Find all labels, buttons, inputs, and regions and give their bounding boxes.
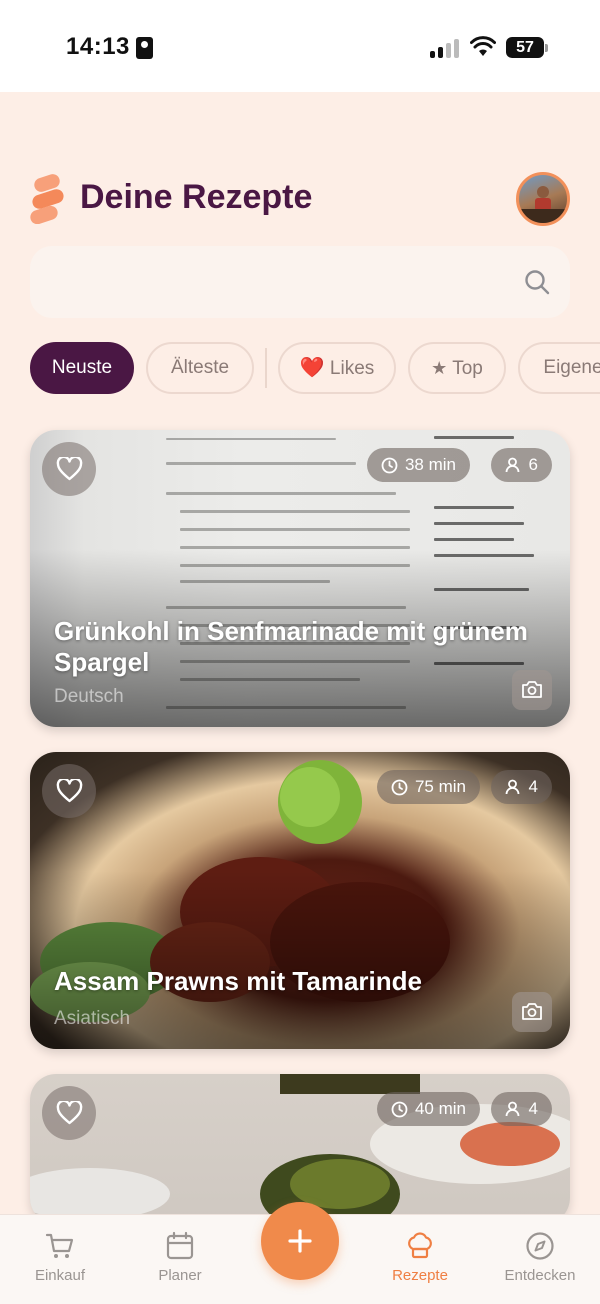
heart-outline-icon: [56, 457, 83, 481]
nav-label: Planer: [158, 1267, 202, 1284]
filter-chip-label: Neuste: [51, 357, 113, 378]
nav-item-einkauf[interactable]: Einkauf: [10, 1231, 110, 1284]
nav-label: Rezepte: [392, 1267, 448, 1284]
filter-chip-neuste[interactable]: Neuste: [30, 342, 134, 394]
nav-label: Einkauf: [34, 1267, 86, 1284]
search-input[interactable]: [30, 246, 570, 318]
time-value: 75 min: [414, 777, 466, 796]
time-value: 38 min: [404, 455, 456, 474]
servings-value: 6: [528, 455, 538, 474]
person-icon: [505, 1101, 519, 1117]
camera-button[interactable]: [512, 992, 552, 1032]
clock-icon: [391, 1101, 408, 1118]
avatar[interactable]: [516, 172, 570, 226]
recipe-title: Assam Prawns mit Tamarinde: [54, 966, 422, 996]
filter-divider: [265, 348, 267, 388]
person-icon: [505, 779, 519, 795]
camera-icon: [522, 1003, 542, 1020]
time-badge: 40 min: [376, 1092, 480, 1126]
compass-icon: [526, 1232, 554, 1260]
filter-chip-top[interactable]: ★ Top: [408, 342, 506, 394]
filter-chip-aelteste[interactable]: Älteste: [146, 342, 254, 394]
filter-bar: Neuste Älteste ❤️ Likes ★ Top Eigene: [30, 342, 600, 394]
page-title: Deine Rezepte: [80, 178, 313, 216]
servings-badge: 6: [490, 448, 552, 482]
signal-icon: [430, 38, 460, 58]
filter-chip-label: Likes: [329, 358, 375, 379]
contact-card-icon: [136, 37, 153, 59]
star-icon: ★: [431, 358, 448, 378]
time-badge: 38 min: [366, 448, 470, 482]
time-badge: 75 min: [376, 770, 480, 804]
header: Deine Rezepte: [28, 172, 572, 228]
clock-icon: [391, 779, 408, 796]
recipe-category: Deutsch: [54, 686, 124, 707]
heart-outline-icon: [56, 1101, 83, 1125]
nav-label: Entdecken: [504, 1267, 576, 1284]
filter-chip-label: Älteste: [170, 357, 230, 378]
status-time: 14:13: [66, 33, 130, 60]
battery-indicator: 57: [506, 37, 544, 58]
status-bar: 14:13 57: [0, 0, 600, 92]
servings-badge: 4: [490, 770, 552, 804]
recipe-title: Grünkohl in Senfmarinade mit grünem Spar…: [54, 616, 528, 677]
favorite-button[interactable]: [42, 442, 96, 496]
servings-badge: 4: [490, 1092, 552, 1126]
nav-item-rezepte[interactable]: Rezepte: [370, 1231, 470, 1284]
heart-outline-icon: [56, 779, 83, 803]
filter-chip-likes[interactable]: ❤️ Likes: [278, 342, 396, 394]
recipe-card[interactable]: 38 min 6 Grünkohl in Senfmarinade mit gr…: [30, 430, 570, 727]
recipe-card[interactable]: 75 min 4 Assam Prawns mit Tamarinde Asia…: [30, 752, 570, 1049]
time-value: 40 min: [414, 1099, 466, 1118]
servings-value: 4: [528, 1099, 538, 1118]
nav-item-planer[interactable]: Planer: [130, 1231, 230, 1284]
search-icon[interactable]: [524, 269, 550, 295]
recipe-category: Asiatisch: [54, 1008, 131, 1029]
filter-chip-label: Top: [452, 358, 483, 379]
calendar-icon: [166, 1231, 194, 1260]
camera-button[interactable]: [512, 670, 552, 710]
favorite-button[interactable]: [42, 764, 96, 818]
plus-icon: [288, 1229, 312, 1253]
nav-item-entdecken[interactable]: Entdecken: [490, 1231, 590, 1284]
battery-cap: [545, 44, 548, 52]
cart-icon: [45, 1233, 74, 1258]
servings-value: 4: [528, 777, 538, 796]
avatar-photo: [519, 186, 567, 223]
heart-icon: ❤️: [299, 357, 325, 379]
filter-chip-label: Eigene: [543, 357, 600, 378]
person-icon: [505, 457, 519, 473]
favorite-button[interactable]: [42, 1086, 96, 1140]
clock-icon: [381, 457, 398, 474]
app-logo-icon: [30, 174, 64, 224]
chef-hat-icon: [408, 1232, 432, 1259]
camera-icon: [522, 681, 542, 698]
wifi-icon: [470, 36, 496, 56]
filter-chip-eigene[interactable]: Eigene: [518, 342, 600, 394]
add-recipe-button[interactable]: [261, 1202, 339, 1280]
